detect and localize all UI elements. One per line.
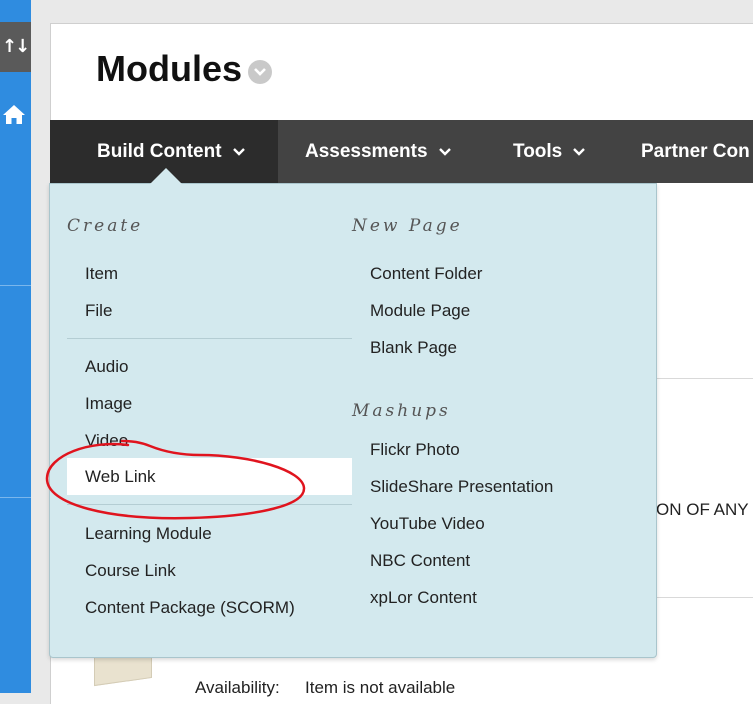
new-page-heading: New Page (352, 216, 463, 236)
assessments-label: Assessments (305, 140, 428, 162)
page-title: Modules (96, 48, 243, 89)
content-divider (655, 378, 753, 379)
partner-content-label: Partner Con (641, 140, 750, 162)
availability-label: Availability: (195, 678, 280, 697)
create-heading: Create (67, 216, 144, 236)
menu-divider (67, 338, 352, 339)
sort-icon: ↑↓ (2, 36, 30, 57)
menu-item-content-package[interactable]: Content Package (SCORM) (85, 598, 295, 618)
menu-item-content-folder[interactable]: Content Folder (370, 264, 482, 284)
rail-divider (0, 497, 31, 498)
menu-item-slideshare[interactable]: SlideShare Presentation (370, 477, 553, 497)
menu-item-item[interactable]: Item (85, 264, 118, 284)
build-content-dropdown: Create Item File Audio Image Video Web L… (49, 183, 657, 658)
menu-item-web-link[interactable]: Web Link (67, 458, 352, 495)
content-item-description: ON OF ANY (656, 500, 749, 519)
title-options-button[interactable] (248, 60, 272, 84)
menu-item-xplor-content[interactable]: xpLor Content (370, 588, 477, 608)
content-divider (655, 597, 753, 598)
home-icon[interactable] (2, 103, 26, 130)
chevron-down-icon (572, 141, 586, 163)
assessments-menu[interactable]: Assessments (305, 120, 452, 183)
menu-item-image[interactable]: Image (85, 394, 132, 414)
tools-menu[interactable]: Tools (513, 120, 586, 183)
build-content-label: Build Content (97, 140, 222, 162)
menu-item-nbc-content[interactable]: NBC Content (370, 551, 470, 571)
menu-item-module-page[interactable]: Module Page (370, 301, 470, 321)
rail-divider (0, 285, 31, 286)
dropdown-pointer (150, 168, 182, 184)
tools-label: Tools (513, 140, 563, 162)
menu-item-course-link[interactable]: Course Link (85, 561, 176, 581)
menu-item-youtube-video[interactable]: YouTube Video (370, 514, 485, 534)
menu-item-file[interactable]: File (85, 301, 112, 321)
chevron-down-icon (232, 141, 246, 163)
menu-item-audio[interactable]: Audio (85, 357, 128, 377)
menu-item-flickr-photo[interactable]: Flickr Photo (370, 440, 460, 460)
menu-item-video[interactable]: Video (85, 431, 128, 451)
partner-content-menu[interactable]: Partner Con (641, 120, 750, 183)
availability-value: Item is not available (305, 678, 456, 697)
chevron-down-icon (254, 68, 266, 76)
left-rail: ↑↓ (0, 0, 31, 693)
menu-item-learning-module[interactable]: Learning Module (85, 524, 212, 544)
mashups-heading: Mashups (352, 401, 451, 421)
chevron-down-icon (438, 141, 452, 163)
menu-item-blank-page[interactable]: Blank Page (370, 338, 457, 358)
sort-button[interactable]: ↑↓ (0, 22, 31, 72)
menu-divider (67, 504, 352, 505)
